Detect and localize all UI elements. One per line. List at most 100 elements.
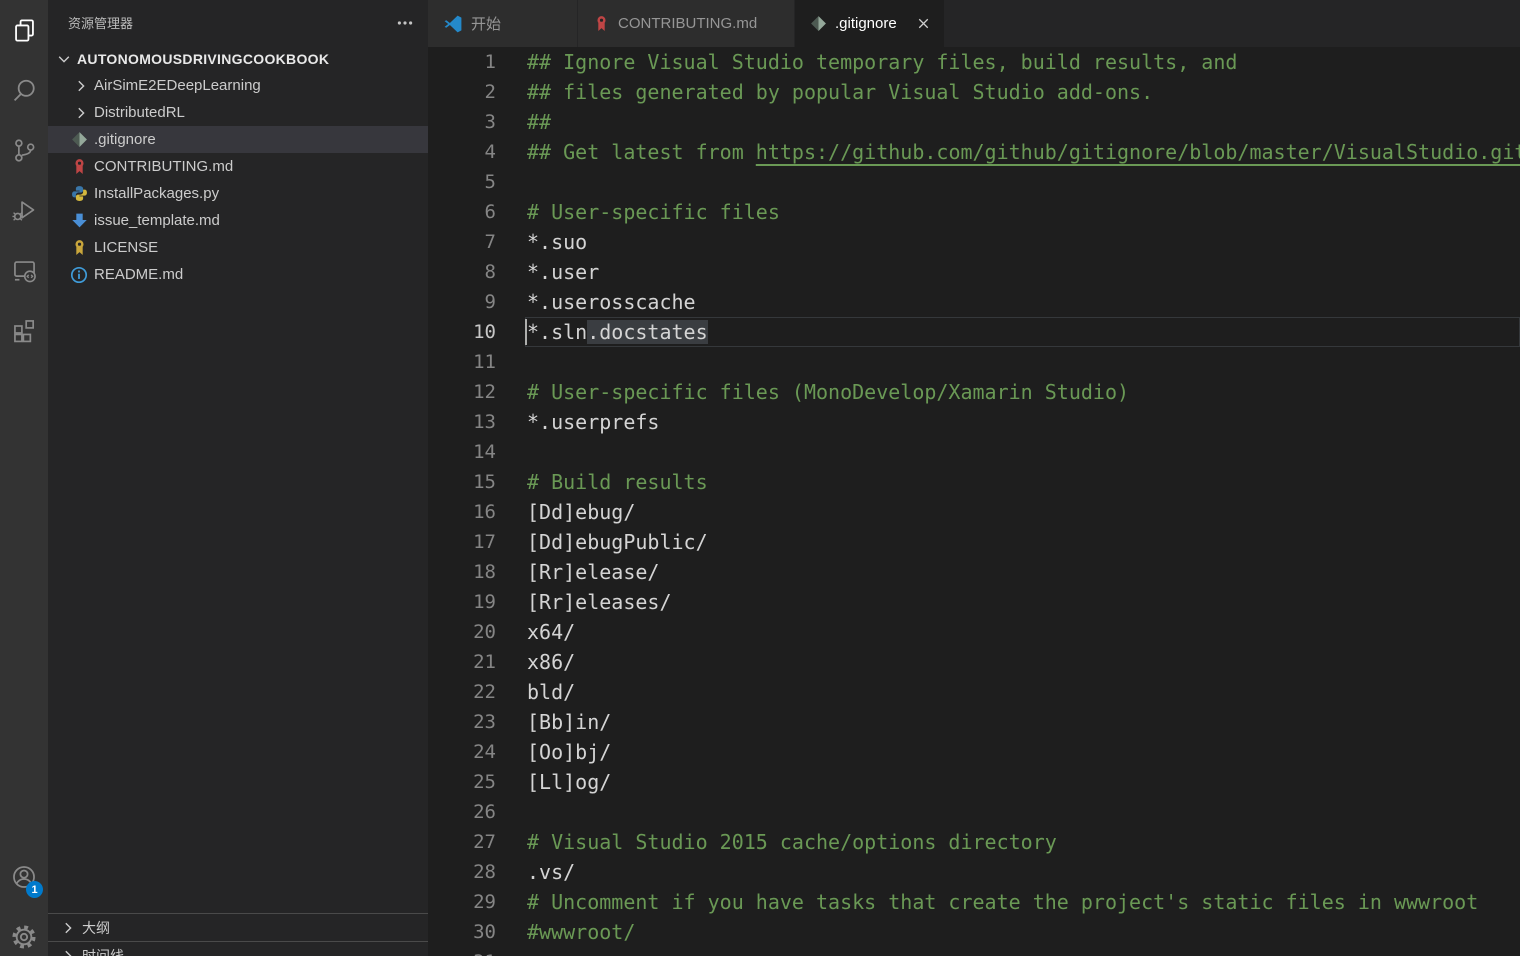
close-icon[interactable] — [907, 15, 932, 32]
code-line-19[interactable]: 19 [Rr]eleases/ — [428, 587, 1520, 617]
line-number[interactable]: 2 — [428, 77, 527, 107]
code-line-3[interactable]: 3 ## — [428, 107, 1520, 137]
tab-.gitignore[interactable]: .gitignore — [795, 0, 945, 47]
line-number[interactable]: 20 — [428, 617, 527, 647]
code-line-22[interactable]: 22 bld/ — [428, 677, 1520, 707]
tree-item-AirSimE2EDeepLearning[interactable]: AirSimE2EDeepLearning — [48, 72, 428, 99]
code-line-1[interactable]: 1 ## Ignore Visual Studio temporary file… — [428, 47, 1520, 77]
code-line-10[interactable]: 10 *.sln.docstates — [428, 317, 1520, 347]
line-number[interactable]: 19 — [428, 587, 527, 617]
activity-bar-bottom: 1 — [0, 847, 48, 956]
code-text: #wwwroot/ — [527, 920, 635, 944]
tree-item-issue_template.md[interactable]: issue_template.md — [48, 207, 428, 234]
line-number[interactable]: 26 — [428, 797, 527, 827]
line-number[interactable]: 4 — [428, 137, 527, 167]
code-line-16[interactable]: 16 [Dd]ebug/ — [428, 497, 1520, 527]
tree-item-LICENSE[interactable]: LICENSE — [48, 234, 428, 261]
line-number[interactable]: 7 — [428, 227, 527, 257]
code-line-8[interactable]: 8 *.user — [428, 257, 1520, 287]
sidebar-section-timeline[interactable]: 时间线 — [48, 941, 428, 956]
activitybar-run-debug[interactable] — [0, 180, 48, 240]
code-text: [Rr]eleases/ — [527, 590, 672, 614]
line-number[interactable]: 18 — [428, 557, 527, 587]
code-line-23[interactable]: 23 [Bb]in/ — [428, 707, 1520, 737]
line-number[interactable]: 15 — [428, 467, 527, 497]
tab-CONTRIBUTING.md[interactable]: CONTRIBUTING.md — [578, 0, 795, 47]
code-line-30[interactable]: 30 #wwwroot/ — [428, 917, 1520, 947]
code-line-2[interactable]: 2 ## files generated by popular Visual S… — [428, 77, 1520, 107]
activitybar-explorer[interactable] — [0, 0, 48, 60]
line-number[interactable]: 6 — [428, 197, 527, 227]
line-number[interactable]: 5 — [428, 167, 527, 197]
activitybar-settings[interactable] — [0, 907, 48, 956]
code-line-9[interactable]: 9 *.userosscache — [428, 287, 1520, 317]
code-line-15[interactable]: 15 # Build results — [428, 467, 1520, 497]
code-line-28[interactable]: 28 .vs/ — [428, 857, 1520, 887]
code-line-31[interactable]: 31 — [428, 947, 1520, 956]
activitybar-source-control[interactable] — [0, 120, 48, 180]
line-number[interactable]: 17 — [428, 527, 527, 557]
code-line-13[interactable]: 13 *.userprefs — [428, 407, 1520, 437]
line-number[interactable]: 8 — [428, 257, 527, 287]
tree-item-label: InstallPackages.py — [94, 185, 219, 202]
tab-label: CONTRIBUTING.md — [618, 15, 757, 32]
line-number[interactable]: 12 — [428, 377, 527, 407]
more-actions-button[interactable] — [396, 14, 414, 32]
code-line-17[interactable]: 17 [Dd]ebugPublic/ — [428, 527, 1520, 557]
tree-item-CONTRIBUTING.md[interactable]: CONTRIBUTING.md — [48, 153, 428, 180]
line-number[interactable]: 21 — [428, 647, 527, 677]
activitybar-account[interactable]: 1 — [0, 847, 48, 907]
tree-root[interactable]: AUTONOMOUSDRIVINGCOOKBOOK — [48, 45, 428, 72]
code-line-25[interactable]: 25 [Ll]og/ — [428, 767, 1520, 797]
code-text: *.userosscache — [527, 290, 696, 314]
activitybar-search[interactable] — [0, 60, 48, 120]
editor-group: 开始 CONTRIBUTING.md .gitignore 1 ## Ignor… — [428, 0, 1520, 956]
code-text: https://github.com/github/gitignore/blob… — [756, 140, 1520, 164]
code-line-26[interactable]: 26 — [428, 797, 1520, 827]
code-line-27[interactable]: 27 # Visual Studio 2015 cache/options di… — [428, 827, 1520, 857]
tree-item-InstallPackages.py[interactable]: InstallPackages.py — [48, 180, 428, 207]
code-text: [Oo]bj/ — [527, 740, 611, 764]
code-line-20[interactable]: 20 x64/ — [428, 617, 1520, 647]
line-number[interactable]: 30 — [428, 917, 527, 947]
line-number[interactable]: 9 — [428, 287, 527, 317]
activitybar-extensions[interactable] — [0, 300, 48, 360]
editor[interactable]: 1 ## Ignore Visual Studio temporary file… — [428, 47, 1520, 956]
line-number[interactable]: 25 — [428, 767, 527, 797]
code-line-18[interactable]: 18 [Rr]elease/ — [428, 557, 1520, 587]
code-line-5[interactable]: 5 — [428, 167, 1520, 197]
line-number[interactable]: 11 — [428, 347, 527, 377]
line-number[interactable]: 10 — [428, 317, 527, 347]
line-number[interactable]: 3 — [428, 107, 527, 137]
code-line-11[interactable]: 11 — [428, 347, 1520, 377]
tree-item-README.md[interactable]: README.md — [48, 261, 428, 288]
line-number[interactable]: 23 — [428, 707, 527, 737]
line-number[interactable]: 22 — [428, 677, 527, 707]
line-number[interactable]: 1 — [428, 47, 527, 77]
line-number[interactable]: 31 — [428, 947, 527, 956]
code-line-21[interactable]: 21 x86/ — [428, 647, 1520, 677]
code-text: *.suo — [527, 230, 587, 254]
tree-item-.gitignore[interactable]: .gitignore — [48, 126, 428, 153]
code-line-24[interactable]: 24 [Oo]bj/ — [428, 737, 1520, 767]
tab-开始[interactable]: 开始 — [428, 0, 578, 47]
line-number[interactable]: 24 — [428, 737, 527, 767]
code-line-4[interactable]: 4 ## Get latest from https://github.com/… — [428, 137, 1520, 167]
code-line-14[interactable]: 14 — [428, 437, 1520, 467]
line-number[interactable]: 29 — [428, 887, 527, 917]
code-line-12[interactable]: 12 # User-specific files (MonoDevelop/Xa… — [428, 377, 1520, 407]
section-label: 时间线 — [82, 946, 124, 956]
line-number[interactable]: 27 — [428, 827, 527, 857]
extensions-icon — [11, 317, 38, 344]
code-line-6[interactable]: 6 # User-specific files — [428, 197, 1520, 227]
tree-item-DistributedRL[interactable]: DistributedRL — [48, 99, 428, 126]
line-number[interactable]: 14 — [428, 437, 527, 467]
code-line-29[interactable]: 29 # Uncomment if you have tasks that cr… — [428, 887, 1520, 917]
code-line-7[interactable]: 7 *.suo — [428, 227, 1520, 257]
line-number[interactable]: 13 — [428, 407, 527, 437]
line-number[interactable]: 16 — [428, 497, 527, 527]
line-number[interactable]: 28 — [428, 857, 527, 887]
sidebar-section-outline[interactable]: 大纲 — [48, 913, 428, 941]
code-text: [Dd]ebugPublic/ — [527, 530, 708, 554]
activitybar-remote-explorer[interactable] — [0, 240, 48, 300]
